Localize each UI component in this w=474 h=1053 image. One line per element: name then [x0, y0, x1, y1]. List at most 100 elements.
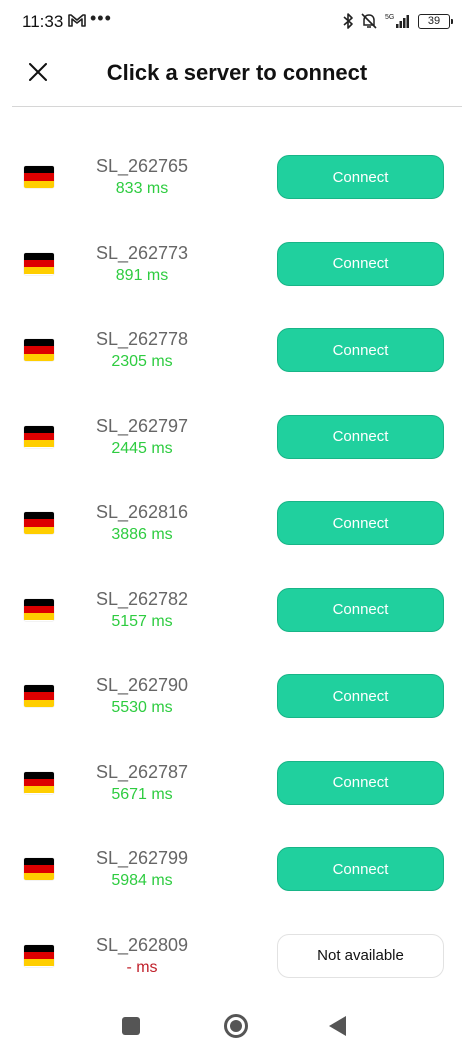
flag-band-black	[24, 425, 54, 433]
germany-flag-icon	[24, 944, 54, 967]
flag-band-red	[24, 432, 54, 441]
server-info: SL_262799 5984 ms	[82, 846, 202, 892]
status-icons: 5G 39	[342, 10, 453, 32]
flag-band-gold	[24, 699, 54, 707]
connect-button[interactable]: Connect	[277, 760, 444, 805]
server-ping: 5984 ms	[111, 872, 173, 889]
flag-band-gold	[24, 959, 54, 967]
flag-band-black	[24, 685, 54, 693]
server-ping: 5671 ms	[111, 785, 173, 803]
flag-band-gold	[24, 526, 54, 534]
flag-band-gold	[24, 613, 54, 621]
flag-band-gold	[24, 440, 54, 448]
flag-band-black	[24, 771, 54, 779]
server-name: SL_262787	[95, 761, 189, 782]
server-row-2: SL_262778 2305 ms Connect	[0, 305, 474, 392]
flag-band-gold	[24, 786, 54, 794]
flag-band-red	[24, 259, 54, 268]
server-row-3: SL_262797 2445 ms Connect	[0, 392, 474, 479]
navigation-bar	[0, 1005, 474, 1049]
home-button[interactable]	[224, 1014, 248, 1038]
connect-button[interactable]: Connect	[277, 155, 444, 199]
flag-band-red	[24, 865, 54, 873]
flag-band-black	[24, 166, 54, 174]
server-ping: 891 ms	[115, 266, 169, 284]
recent-apps-button[interactable]	[122, 1017, 140, 1035]
server-name: SL_262778	[95, 329, 189, 349]
server-ping: 5157 ms	[111, 612, 173, 630]
server-name: SL_262790	[95, 675, 189, 695]
connect-button[interactable]: Connect	[277, 414, 444, 459]
server-info: SL_262765 833 ms	[82, 154, 202, 200]
bluetooth-icon	[343, 13, 353, 29]
germany-flag-icon	[24, 598, 54, 621]
back-button[interactable]	[329, 1016, 346, 1036]
server-ping: 5530 ms	[111, 699, 173, 716]
server-ping: 833 ms	[115, 180, 169, 197]
server-row-7: SL_262787 5671 ms Connect	[0, 738, 474, 825]
connect-button[interactable]: Connect	[277, 674, 444, 718]
server-row-4: SL_262816 3886 ms Connect	[0, 478, 474, 565]
germany-flag-icon	[24, 425, 54, 448]
germany-flag-icon	[24, 252, 54, 275]
flag-band-black	[24, 858, 54, 866]
server-ping: 3886 ms	[111, 526, 173, 543]
flag-band-gold	[24, 267, 54, 275]
connect-button[interactable]: Connect	[277, 328, 444, 372]
flag-band-red	[24, 173, 54, 181]
flag-band-red	[24, 605, 54, 614]
server-info: SL_262809 - ms	[82, 933, 202, 979]
server-row-8: SL_262799 5984 ms Connect	[0, 824, 474, 911]
flag-band-red	[24, 519, 54, 527]
flag-band-gold	[24, 872, 54, 880]
not-available-button[interactable]: Not available	[277, 933, 444, 978]
server-info: SL_262790 5530 ms	[82, 673, 202, 719]
flag-band-gold	[24, 180, 54, 188]
germany-flag-icon	[24, 771, 54, 794]
server-row-6: SL_262790 5530 ms Connect	[0, 651, 474, 738]
server-list: SL_262765 833 ms Connect SL_262773 891 m…	[0, 132, 474, 997]
connect-button[interactable]: Connect	[277, 847, 444, 891]
server-row-5: SL_262782 5157 ms Connect	[0, 565, 474, 652]
signal-icon: 5G	[385, 14, 409, 28]
flag-band-black	[24, 598, 54, 606]
connect-button[interactable]: Connect	[277, 587, 444, 632]
server-name: SL_262782	[95, 588, 189, 609]
server-name: SL_262797	[95, 415, 189, 436]
flag-band-black	[24, 512, 54, 520]
header-divider	[12, 106, 462, 107]
server-info: SL_262782 5157 ms	[82, 587, 202, 633]
connect-button[interactable]: Connect	[277, 241, 444, 286]
server-name: SL_262816	[95, 502, 189, 522]
connect-button[interactable]: Connect	[277, 501, 444, 545]
flag-band-red	[24, 778, 54, 787]
flag-band-red	[24, 346, 54, 354]
server-ping: - ms	[126, 958, 158, 976]
server-name: SL_262773	[95, 242, 189, 263]
flag-band-red	[24, 692, 54, 700]
status-bar: 11:33 ••• 5G 39	[0, 0, 474, 44]
more-notifications-icon: •••	[90, 8, 112, 28]
germany-flag-icon	[24, 166, 54, 188]
server-name: SL_262809	[95, 934, 189, 955]
status-time: 11:33	[22, 12, 64, 31]
flag-band-red	[24, 951, 54, 960]
battery-icon: 39	[418, 13, 453, 29]
muted-bell-icon	[361, 13, 377, 29]
flag-band-gold	[24, 353, 54, 361]
server-row-0: SL_262765 833 ms Connect	[0, 132, 474, 219]
server-name: SL_262799	[95, 848, 189, 868]
gmail-icon	[68, 14, 86, 27]
server-info: SL_262787 5671 ms	[82, 760, 202, 806]
server-row-1: SL_262773 891 ms Connect	[0, 219, 474, 306]
server-info: SL_262797 2445 ms	[82, 414, 202, 460]
server-ping: 2445 ms	[111, 439, 173, 457]
page-title: Click a server to connect	[106, 60, 368, 85]
germany-flag-icon	[24, 685, 54, 707]
germany-flag-icon	[24, 858, 54, 880]
server-row-9: SL_262809 - ms Not available	[0, 911, 474, 998]
header: Click a server to connect	[0, 50, 474, 108]
server-name: SL_262765	[95, 156, 189, 176]
network-type-label: 5G	[385, 14, 394, 21]
germany-flag-icon	[24, 512, 54, 534]
